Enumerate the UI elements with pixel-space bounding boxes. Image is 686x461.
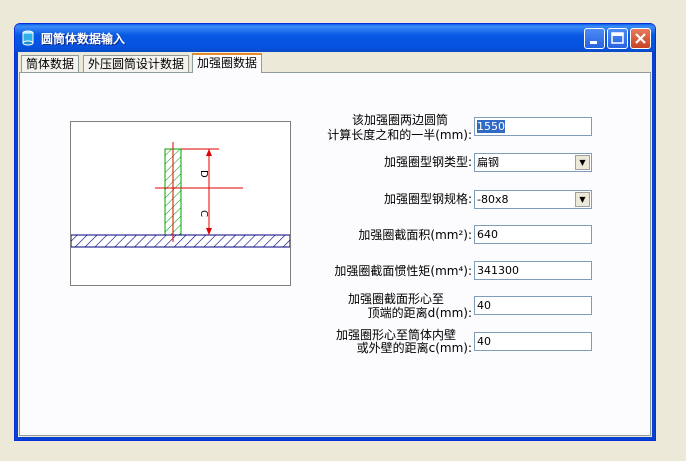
dimension-label-c: C (198, 210, 209, 217)
half-length-label-line1: 该加强圈两边圆筒 (351, 113, 448, 127)
close-icon (635, 33, 646, 44)
inertia-input[interactable]: 341300 (474, 261, 592, 280)
dialog-window: 圆筒体数据输入 筒体数据 外压圆筒设计数据 加强圈数据 D C 该加强圈两边圆筒… (14, 23, 656, 441)
steel-type-label: 加强圈型钢类型: (383, 155, 472, 169)
window-frame-right (652, 52, 655, 440)
dimension-label-d: D (198, 170, 209, 178)
window-frame-left (15, 52, 18, 440)
half-length-input[interactable]: 1550 (474, 117, 592, 136)
window-title: 圆筒体数据输入 (41, 32, 126, 46)
window-frame-bottom (15, 437, 655, 440)
ring-section-drawing: D C (70, 142, 291, 248)
area-value: 640 (477, 228, 498, 241)
steel-spec-label: 加强圈型钢规格: (383, 192, 472, 206)
area-label: 加强圈截面积(mm²): (358, 228, 472, 242)
steel-spec-select[interactable]: -80x8 ▼ (474, 190, 592, 209)
half-length-label: 该加强圈两边圆筒 (320, 113, 480, 127)
chevron-down-icon[interactable]: ▼ (575, 192, 590, 207)
maximize-button[interactable] (607, 28, 628, 49)
app-icon (22, 30, 34, 46)
centroid-wall-value: 40 (477, 335, 491, 348)
centroid-top-label-line2: 顶端的距离d(mm): (367, 306, 472, 320)
shell-wall (70, 234, 291, 248)
half-length-label-line2: 计算长度之和的一半(mm): (327, 128, 472, 142)
minimize-button[interactable] (584, 28, 605, 49)
centroid-wall-label-line1: 加强圈形心至筒体内壁 (335, 328, 456, 342)
inertia-label: 加强圈截面惯性矩(mm⁴): (334, 264, 472, 278)
tab-stiffening-ring-data[interactable]: 加强圈数据 (192, 53, 263, 73)
close-button[interactable] (630, 28, 651, 49)
title-bar[interactable]: 圆筒体数据输入 (15, 24, 655, 52)
steel-type-value: 扁钢 (477, 156, 499, 169)
tab-panel-stiffening-ring: D C 该加强圈两边圆筒 计算长度之和的一半(mm): 1550 加强圈型钢类型… (19, 72, 651, 436)
centroid-wall-label-line2: 或外壁的距离c(mm): (356, 341, 472, 355)
minimize-icon (590, 41, 597, 44)
centroid-top-label-line1: 加强圈截面形心至 (347, 292, 444, 306)
maximize-icon (611, 32, 624, 44)
half-length-value: 1550 (477, 120, 505, 133)
centroid-top-input[interactable]: 40 (474, 296, 592, 315)
steel-type-select[interactable]: 扁钢 ▼ (474, 153, 592, 172)
tab-external-pressure-design[interactable]: 外压圆筒设计数据 (83, 55, 190, 72)
area-input[interactable]: 640 (474, 225, 592, 244)
stiffening-ring-diagram: D C (70, 121, 291, 286)
steel-spec-value: -80x8 (477, 193, 509, 206)
chevron-down-icon[interactable]: ▼ (575, 155, 590, 170)
centroid-wall-input[interactable]: 40 (474, 332, 592, 351)
centroid-top-value: 40 (477, 299, 491, 312)
tab-shell-data[interactable]: 筒体数据 (21, 55, 80, 72)
inertia-value: 341300 (477, 264, 519, 277)
